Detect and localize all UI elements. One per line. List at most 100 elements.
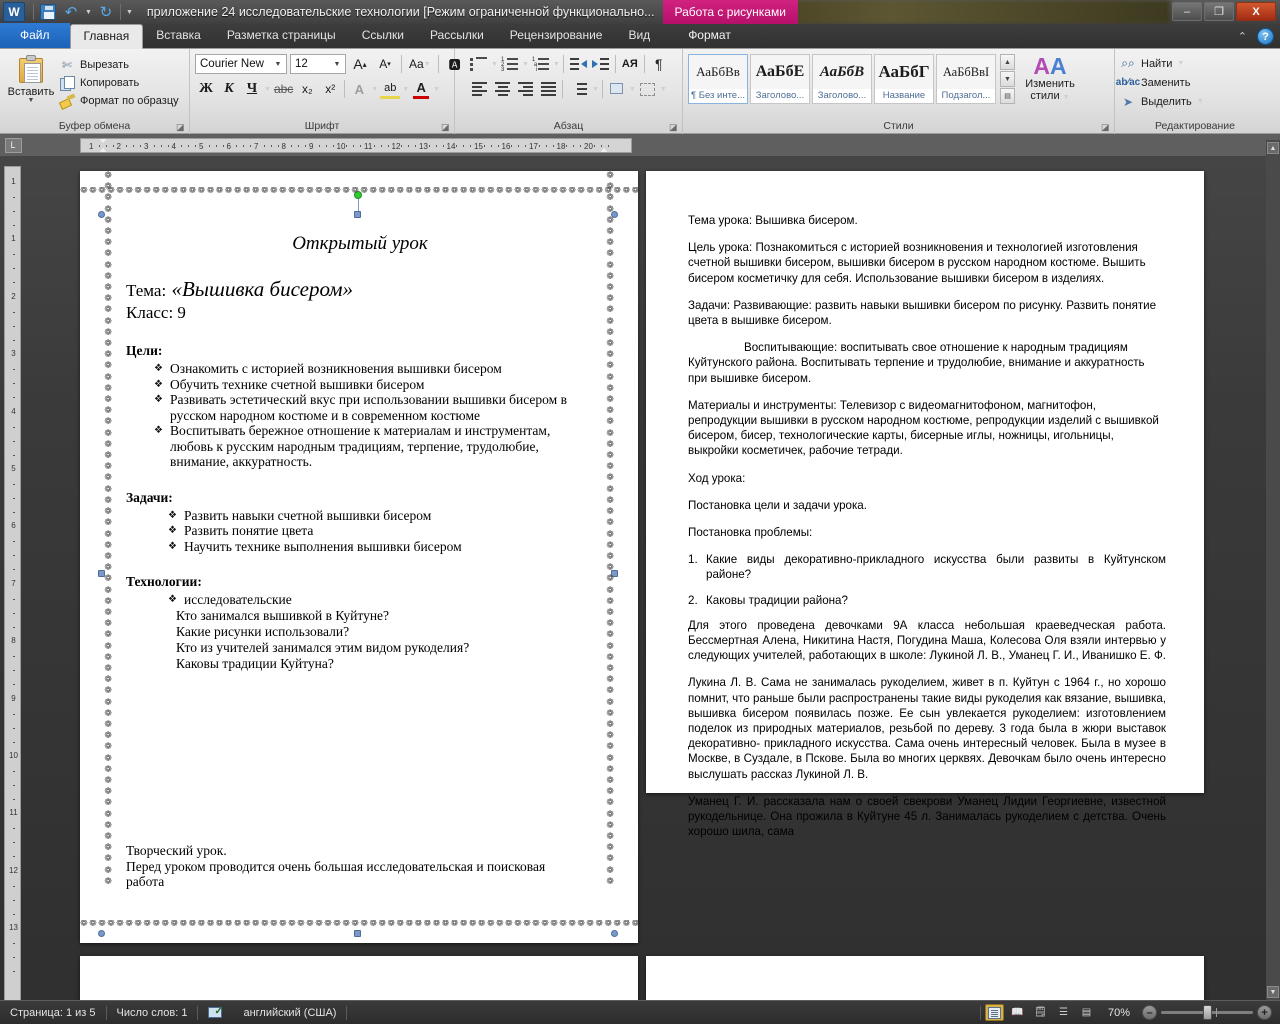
document-canvas[interactable]: ❁❁❁❁❁❁❁❁❁❁❁❁❁❁❁❁❁❁❁❁❁❁❁❁❁❁❁❁❁❁❁❁❁❁❁❁❁❁❁❁… [26,166,1280,1000]
tab-home[interactable]: Главная [69,24,144,49]
style-item-heading-2[interactable]: АаБбВ Заголово... [812,54,872,104]
undo-icon[interactable]: ↶ [62,3,80,21]
tab-mailings[interactable]: Рассылки [417,23,497,48]
bullets-button[interactable] [468,54,490,74]
scroll-down-icon[interactable]: ▼ [1267,986,1279,998]
close-button[interactable]: X [1236,2,1276,21]
copy-button[interactable]: Копировать [59,75,179,91]
first-line-indent-marker[interactable] [98,139,108,143]
bold-button[interactable]: Ж [195,79,217,99]
document-page-4[interactable] [646,956,1204,1000]
find-dropdown-icon[interactable]: ▼ [1177,60,1184,67]
highlight-dropdown-icon[interactable]: ▼ [402,86,409,93]
more-styles-icon[interactable]: ▤ [1000,88,1015,104]
view-draft[interactable]: ▤ [1077,1004,1096,1021]
shrink-font-button[interactable]: A ▾ [374,54,396,74]
highlight-button[interactable]: ab [379,79,401,99]
vertical-scrollbar[interactable]: ▲ ▼ [1266,140,1280,1000]
format-painter-button[interactable]: Формат по образцу [59,93,179,108]
resize-handle-top[interactable] [354,211,361,218]
view-outline[interactable]: ☰ [1054,1004,1073,1021]
font-color-button[interactable]: A [410,79,432,99]
bullets-dropdown-icon[interactable]: ▼ [491,61,498,68]
view-full-screen-reading[interactable]: 📖 [1008,1004,1027,1021]
find-button[interactable]: ⌕⌕ Найти ▼ [1120,56,1204,71]
undo-dropdown-icon[interactable]: ▼ [85,9,92,16]
change-case-button[interactable]: Aa ▼ [407,54,433,74]
tab-stop-selector[interactable]: L [0,134,26,156]
tab-file[interactable]: Файл [0,23,70,48]
text-effects-dropdown-icon[interactable]: ▼ [371,86,378,93]
shading-dropdown-icon[interactable]: ▼ [629,86,636,93]
scroll-down-icon[interactable]: ▼ [1000,71,1015,87]
restore-button[interactable]: ❐ [1204,2,1234,21]
styles-dialog-launcher-icon[interactable]: ◪ [1101,123,1110,132]
underline-button[interactable]: Ч [241,79,263,99]
style-item-subtitle[interactable]: АаБбВвI Подзагол... [936,54,996,104]
increase-indent-button[interactable] [590,54,612,74]
paragraph-dialog-launcher-icon[interactable]: ◪ [669,123,678,132]
shading-button[interactable] [606,79,628,99]
styles-gallery[interactable]: АаБбВв ¶ Без инте... АаБбЕ Заголово... А… [688,54,1015,104]
right-indent-marker[interactable] [599,148,609,152]
view-print-layout[interactable] [984,1004,1004,1021]
word-count[interactable]: Число слов: 1 [107,1007,198,1019]
tab-format[interactable]: Формат [675,23,744,48]
underline-dropdown-icon[interactable]: ▼ [264,86,271,93]
document-page-1[interactable]: ❁❁❁❁❁❁❁❁❁❁❁❁❁❁❁❁❁❁❁❁❁❁❁❁❁❁❁❁❁❁❁❁❁❁❁❁❁❁❁❁… [80,171,638,943]
font-color-dropdown-icon[interactable]: ▼ [433,86,440,93]
multilevel-dropdown-icon[interactable]: ▼ [553,61,560,68]
strikethrough-button[interactable]: abc [272,79,295,99]
line-spacing-button[interactable] [566,79,591,99]
style-item-no-spacing[interactable]: АаБбВв ¶ Без инте... [688,54,748,104]
show-formatting-marks-button[interactable]: ¶ [648,54,670,74]
styles-gallery-scrollbar[interactable]: ▲ ▼ ▤ [1000,54,1015,104]
scroll-up-icon[interactable]: ▲ [1000,54,1015,70]
grow-font-button[interactable]: A ▴ [349,54,371,74]
customize-qat-icon[interactable]: ▼ [126,9,133,16]
align-left-button[interactable] [468,79,490,99]
tab-view[interactable]: Вид [615,23,663,48]
page-indicator[interactable]: Страница: 1 из 5 [0,1007,106,1019]
resize-handle-top-left[interactable] [98,211,105,218]
decrease-indent-button[interactable] [567,54,589,74]
style-item-heading-1[interactable]: АаБбЕ Заголово... [750,54,810,104]
scroll-up-icon[interactable]: ▲ [1267,142,1279,154]
help-icon[interactable]: ? [1257,28,1274,45]
text-effects-icon[interactable]: A [348,79,370,99]
change-styles-button[interactable]: AA Изменить стили ▼ [1019,54,1081,104]
redo-icon[interactable]: ↻ [97,3,115,21]
borders-button[interactable] [637,79,659,99]
minimize-button[interactable]: – [1172,2,1202,21]
zoom-in-button[interactable]: + [1257,1005,1272,1020]
window-controls[interactable]: – ❐ X [1172,2,1276,21]
subscript-button[interactable]: x₂ [296,79,318,99]
justify-button[interactable] [537,79,559,99]
left-indent-marker[interactable] [98,148,108,152]
resize-handle-bottom-left[interactable] [98,930,105,937]
borders-dropdown-icon[interactable]: ▼ [660,86,667,93]
superscript-button[interactable]: x² [319,79,341,99]
line-spacing-dropdown-icon[interactable]: ▼ [592,86,599,93]
save-button[interactable] [39,3,57,21]
zoom-level[interactable]: 70% [1100,1007,1138,1019]
zoom-slider[interactable] [1161,1005,1253,1020]
resize-handle-left[interactable] [98,570,105,577]
font-size-combo[interactable]: 12 ▼ [290,54,346,74]
select-button[interactable]: ➤ Выделить ▼ [1120,94,1204,109]
language-indicator[interactable]: английский (США) [233,1007,346,1019]
resize-handle-bottom[interactable] [354,930,361,937]
italic-button[interactable]: К [218,79,240,99]
clipboard-dialog-launcher-icon[interactable]: ◪ [176,123,185,132]
tab-page-layout[interactable]: Разметка страницы [214,23,349,48]
chevron-down-icon[interactable]: ▼ [331,61,343,68]
resize-handle-right[interactable] [611,570,618,577]
proofing-status[interactable] [198,1006,233,1019]
align-right-button[interactable] [514,79,536,99]
vertical-ruler[interactable]: 1 1 2 3 4 5 6 7 8 9 10 11 12 13 [4,166,21,1006]
cut-button[interactable]: ✄ Вырезать [59,57,179,72]
horizontal-ruler[interactable]: L 1 2 3 4 5 6 7 8 9 10 11 12 13 14 15 16 17 18 20 [0,134,1280,156]
replace-button[interactable]: ab⁄ac Заменить [1116,75,1204,90]
tab-references[interactable]: Ссылки [349,23,417,48]
document-page-3[interactable]: моделировала, занималась ковровой вышивк… [80,956,638,1000]
